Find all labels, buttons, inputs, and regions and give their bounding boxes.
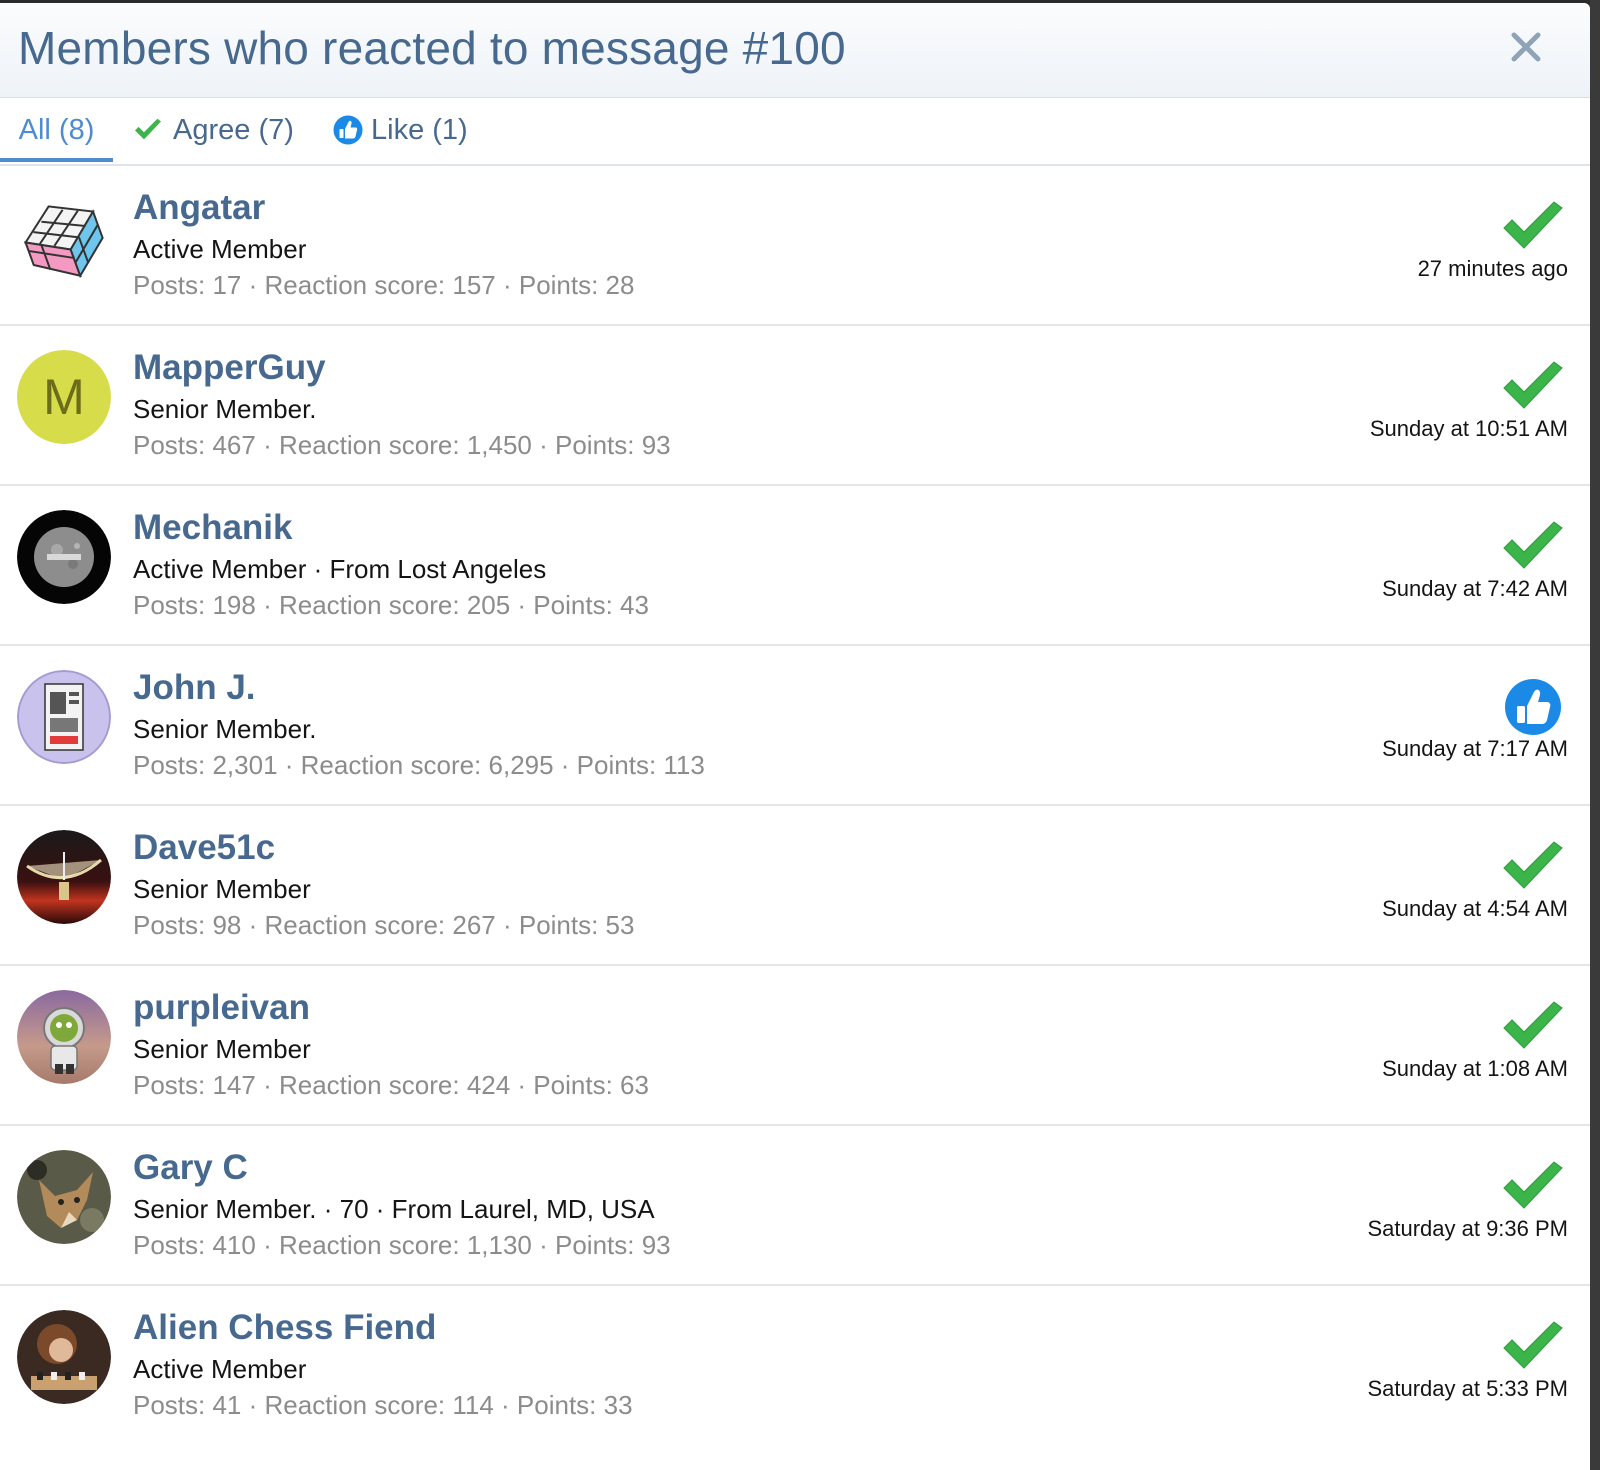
agree-reaction-icon <box>1500 838 1566 896</box>
member-title: Active Member · From Lost Angeles <box>133 554 547 584</box>
tab-all[interactable]: All (8) <box>0 98 113 162</box>
reaction-time: Sunday at 1:08 AM <box>1382 1056 1568 1081</box>
member-list: Angatar Active Member Posts: 17 · Reacti… <box>0 166 1590 1446</box>
member-stats: Posts: 198 · Reaction score: 205 · Point… <box>133 590 649 620</box>
avatar[interactable] <box>17 1150 111 1244</box>
reaction-time: Sunday at 4:54 AM <box>1382 896 1568 921</box>
member-stats: Posts: 98 · Reaction score: 267 · Points… <box>133 910 635 940</box>
member-stats: Posts: 41 · Reaction score: 114 · Points… <box>133 1390 633 1420</box>
thumbs-up-icon <box>333 115 363 145</box>
tab-agree[interactable]: Agree (7) <box>131 98 294 162</box>
tab-like-label: Like (1) <box>371 113 468 146</box>
reaction-time: Sunday at 7:42 AM <box>1382 576 1568 601</box>
member-title: Senior Member <box>133 874 311 904</box>
list-item: Gary C Senior Member. · 70 · From Laurel… <box>0 1126 1590 1286</box>
member-stats: Posts: 147 · Reaction score: 424 · Point… <box>133 1070 649 1100</box>
like-reaction-icon <box>1500 678 1566 736</box>
tab-all-label: All (8) <box>18 113 95 146</box>
reaction-time: Saturday at 5:33 PM <box>1367 1376 1568 1401</box>
member-name[interactable]: MapperGuy <box>133 348 326 388</box>
avatar[interactable] <box>17 190 111 284</box>
agree-reaction-icon <box>1500 358 1566 416</box>
avatar-letter: M <box>43 369 85 425</box>
reaction-time: 27 minutes ago <box>1417 256 1568 281</box>
dialog-title: Members who reacted to message #100 <box>18 22 846 74</box>
avatar[interactable] <box>17 990 111 1084</box>
tab-like[interactable]: Like (1) <box>333 98 468 162</box>
member-title: Active Member <box>133 1354 307 1384</box>
list-item: Alien Chess Fiend Active Member Posts: 4… <box>0 1286 1590 1446</box>
list-item: purpleivan Senior Member Posts: 147 · Re… <box>0 966 1590 1126</box>
dialog-header: Members who reacted to message #100 <box>0 3 1590 98</box>
list-item: John J. Senior Member. Posts: 2,301 · Re… <box>0 646 1590 806</box>
member-title: Senior Member. <box>133 394 317 424</box>
agree-reaction-icon <box>1500 1318 1566 1376</box>
member-stats: Posts: 17 · Reaction score: 157 · Points… <box>133 270 635 300</box>
agree-reaction-icon <box>1500 998 1566 1056</box>
member-stats: Posts: 2,301 · Reaction score: 6,295 · P… <box>133 750 705 780</box>
member-stats: Posts: 410 · Reaction score: 1,130 · Poi… <box>133 1230 671 1260</box>
reaction-time: Sunday at 10:51 AM <box>1369 416 1568 441</box>
member-name[interactable]: Dave51c <box>133 828 275 868</box>
member-title: Senior Member. · 70 · From Laurel, MD, U… <box>133 1194 655 1224</box>
member-name[interactable]: John J. <box>133 668 256 708</box>
avatar[interactable] <box>17 670 111 764</box>
member-title: Senior Member. <box>133 714 317 744</box>
list-item: Mechanik Active Member · From Lost Angel… <box>0 486 1590 646</box>
member-name[interactable]: Angatar <box>133 188 265 228</box>
list-item: Angatar Active Member Posts: 17 · Reacti… <box>0 166 1590 326</box>
scrollbar[interactable] <box>1590 0 1600 1470</box>
avatar[interactable] <box>17 510 111 604</box>
reaction-tabs: All (8) Agree (7) Like (1) <box>0 98 1590 166</box>
reaction-time: Sunday at 7:17 AM <box>1382 736 1568 761</box>
member-name[interactable]: purpleivan <box>133 988 310 1028</box>
list-item: M MapperGuy Senior Member. Posts: 467 · … <box>0 326 1590 486</box>
tab-agree-label: Agree (7) <box>173 113 294 146</box>
reaction-time: Saturday at 9:36 PM <box>1367 1216 1568 1241</box>
member-stats: Posts: 467 · Reaction score: 1,450 · Poi… <box>133 430 671 460</box>
agree-reaction-icon <box>1500 518 1566 576</box>
agree-reaction-icon <box>1500 198 1566 256</box>
checkmark-icon <box>131 117 165 143</box>
member-title: Senior Member <box>133 1034 311 1064</box>
avatar[interactable]: M <box>17 350 111 444</box>
reactions-dialog: Members who reacted to message #100 All … <box>0 3 1590 1470</box>
member-title: Active Member <box>133 234 307 264</box>
close-icon[interactable] <box>1506 27 1546 67</box>
avatar[interactable] <box>17 830 111 924</box>
member-name[interactable]: Gary C <box>133 1148 248 1188</box>
member-name[interactable]: Mechanik <box>133 508 293 548</box>
agree-reaction-icon <box>1500 1158 1566 1216</box>
member-name[interactable]: Alien Chess Fiend <box>133 1308 436 1348</box>
list-item: Dave51c Senior Member Posts: 98 · Reacti… <box>0 806 1590 966</box>
avatar[interactable] <box>17 1310 111 1404</box>
